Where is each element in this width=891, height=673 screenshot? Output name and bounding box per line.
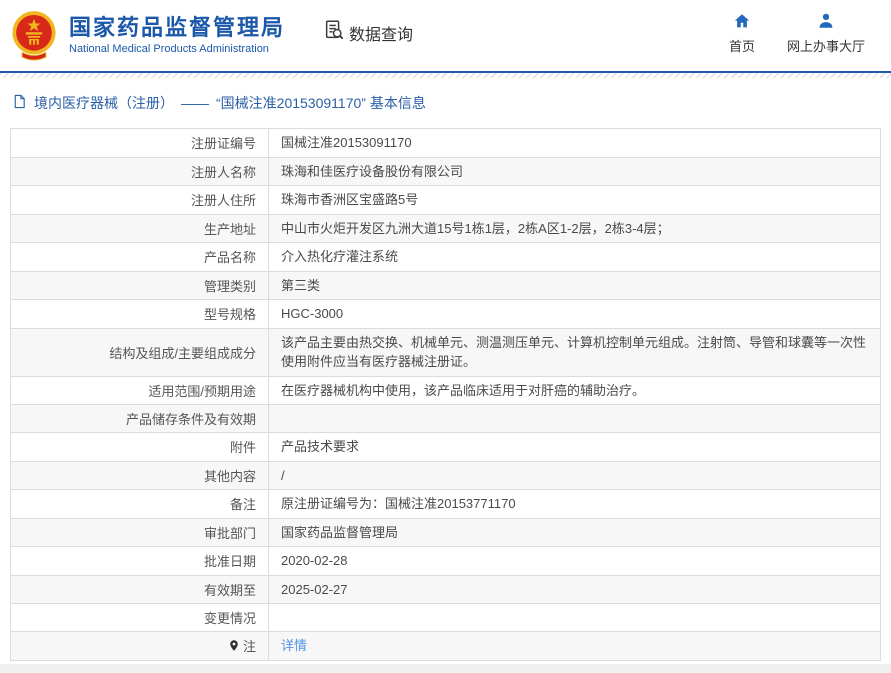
table-row: 生产地址 中山市火炬开发区九洲大道15号1栋1层，2栋A区1-2层，2栋3-4层；: [11, 214, 880, 243]
table-row: 产品储存条件及有效期: [11, 405, 880, 433]
table-row: 附件 产品技术要求: [11, 433, 880, 462]
row-label: 其他内容: [11, 461, 269, 489]
row-value: 国械注准20153091170: [281, 135, 412, 150]
row-label: 管理类别: [11, 271, 269, 299]
detail-link[interactable]: 详情: [281, 636, 307, 656]
table-row: 其他内容 /: [11, 461, 880, 490]
brand-text: 国家药品监督管理局 National Medical Products Admi…: [69, 15, 285, 56]
site-subtitle: National Medical Products Administration: [69, 43, 269, 56]
row-value: HGC-3000: [281, 306, 344, 321]
breadcrumb: 境内医疗器械（注册） —— “国械注准20153091170” 基本信息: [0, 78, 891, 126]
table-row: 批准日期 2020-02-28: [11, 547, 880, 576]
national-emblem-icon: [8, 9, 60, 63]
row-value: 该产品主要由热交换、机械单元、测温测压单元、计算机控制单元组成。注射筒、导管和球…: [281, 334, 867, 370]
row-value: 珠海市香洲区宝盛路5号: [281, 192, 419, 207]
person-icon: [817, 12, 835, 33]
table-row: 审批部门 国家药品监督管理局: [11, 518, 880, 547]
breadcrumb-detail: “国械注准20153091170” 基本信息: [216, 95, 426, 111]
row-value: 国家药品监督管理局: [281, 524, 399, 540]
brand: 国家药品监督管理局 National Medical Products Admi…: [0, 9, 285, 63]
row-value: 介入热化疗灌注系统: [281, 249, 399, 264]
row-label: 注册人名称: [11, 157, 269, 185]
row-label: 批准日期: [11, 547, 269, 575]
table-row: 结构及组成/主要组成成分 该产品主要由热交换、机械单元、测温测压单元、计算机控制单…: [11, 328, 880, 377]
row-value: 2025-02-27: [281, 581, 348, 597]
document-search-icon: [323, 19, 345, 46]
nav-data-query-label: 数据查询: [349, 26, 414, 44]
row-label: 有效期至: [11, 575, 269, 603]
table-row: 备注 原注册证编号为：国械注准20153771170: [11, 490, 880, 519]
row-label: 审批部门: [11, 518, 269, 546]
row-label: 结构及组成/主要组成成分: [11, 328, 269, 376]
row-value: 珠海和佳医疗设备股份有限公司: [281, 163, 464, 179]
table-row: 产品名称 介入热化疗灌注系统: [11, 243, 880, 272]
nav-home[interactable]: 首页: [729, 12, 755, 55]
table-row: 注详情: [11, 632, 880, 661]
breadcrumb-category: 境内医疗器械（注册）: [34, 95, 174, 111]
row-label: 产品储存条件及有效期: [11, 405, 269, 432]
table-row: 适用范围/预期用途 在医疗器械机构中使用，该产品临床适用于对肝癌的辅助治疗。: [11, 376, 880, 405]
nav-data-query[interactable]: 数据查询: [323, 19, 413, 46]
table-row: 管理类别 第三类: [11, 271, 880, 300]
nav-online-hall[interactable]: 网上办事大厅: [787, 12, 865, 55]
row-value: 中山市火炬开发区九洲大道15号1栋1层，2栋A区1-2层，2栋3-4层；: [281, 220, 670, 236]
table-row: 有效期至 2025-02-27: [11, 575, 880, 604]
row-label: 附件: [11, 433, 269, 461]
row-value: 原注册证编号为：国械注准20153771170: [281, 496, 516, 511]
row-value: 第三类: [281, 277, 321, 293]
table-row: 变更情况: [11, 604, 880, 632]
table-row: 注册人住所 珠海市香洲区宝盛路5号: [11, 186, 880, 215]
row-label: 适用范围/预期用途: [11, 376, 269, 404]
table-row: 注册证编号 国械注准20153091170: [11, 129, 880, 158]
row-value: 详情: [269, 632, 880, 660]
registration-table: 注册证编号 国械注准20153091170 注册人名称 珠海和佳医疗设备股份有限公司注…: [10, 128, 881, 661]
row-value: [269, 405, 880, 432]
row-label: 生产地址: [11, 214, 269, 242]
row-label: 型号规格: [11, 300, 269, 328]
footer-strip: [0, 663, 891, 673]
row-value: 2020-02-28: [281, 553, 348, 568]
row-value: 在医疗器械机构中使用，该产品临床适用于对肝癌的辅助治疗。: [281, 382, 646, 398]
table-row: 型号规格 HGC-3000: [11, 300, 880, 329]
nav-online-hall-label: 网上办事大厅: [786, 39, 865, 54]
nav-home-label: 首页: [728, 39, 755, 54]
row-label: 产品名称: [11, 243, 269, 271]
site-header: 国家药品监督管理局 National Medical Products Admi…: [0, 0, 891, 71]
location-pin-icon: [228, 639, 240, 652]
row-label: 备注: [11, 490, 269, 518]
row-value: /: [281, 467, 285, 483]
row-value: 产品技术要求: [281, 439, 360, 454]
row-value: [269, 604, 880, 631]
row-label: 注册人住所: [11, 186, 269, 214]
document-icon: [12, 94, 27, 112]
breadcrumb-separator: ——: [181, 95, 209, 111]
home-icon: [733, 12, 751, 33]
row-label: 变更情况: [11, 604, 269, 631]
row-label: 注册证编号: [11, 129, 269, 157]
row-label: 注: [11, 632, 269, 660]
table-row: 注册人名称 珠海和佳医疗设备股份有限公司: [11, 157, 880, 186]
header-nav: 首页 网上办事大厅: [729, 12, 891, 55]
header-divider: [0, 71, 891, 78]
site-title: 国家药品监督管理局: [69, 15, 286, 41]
